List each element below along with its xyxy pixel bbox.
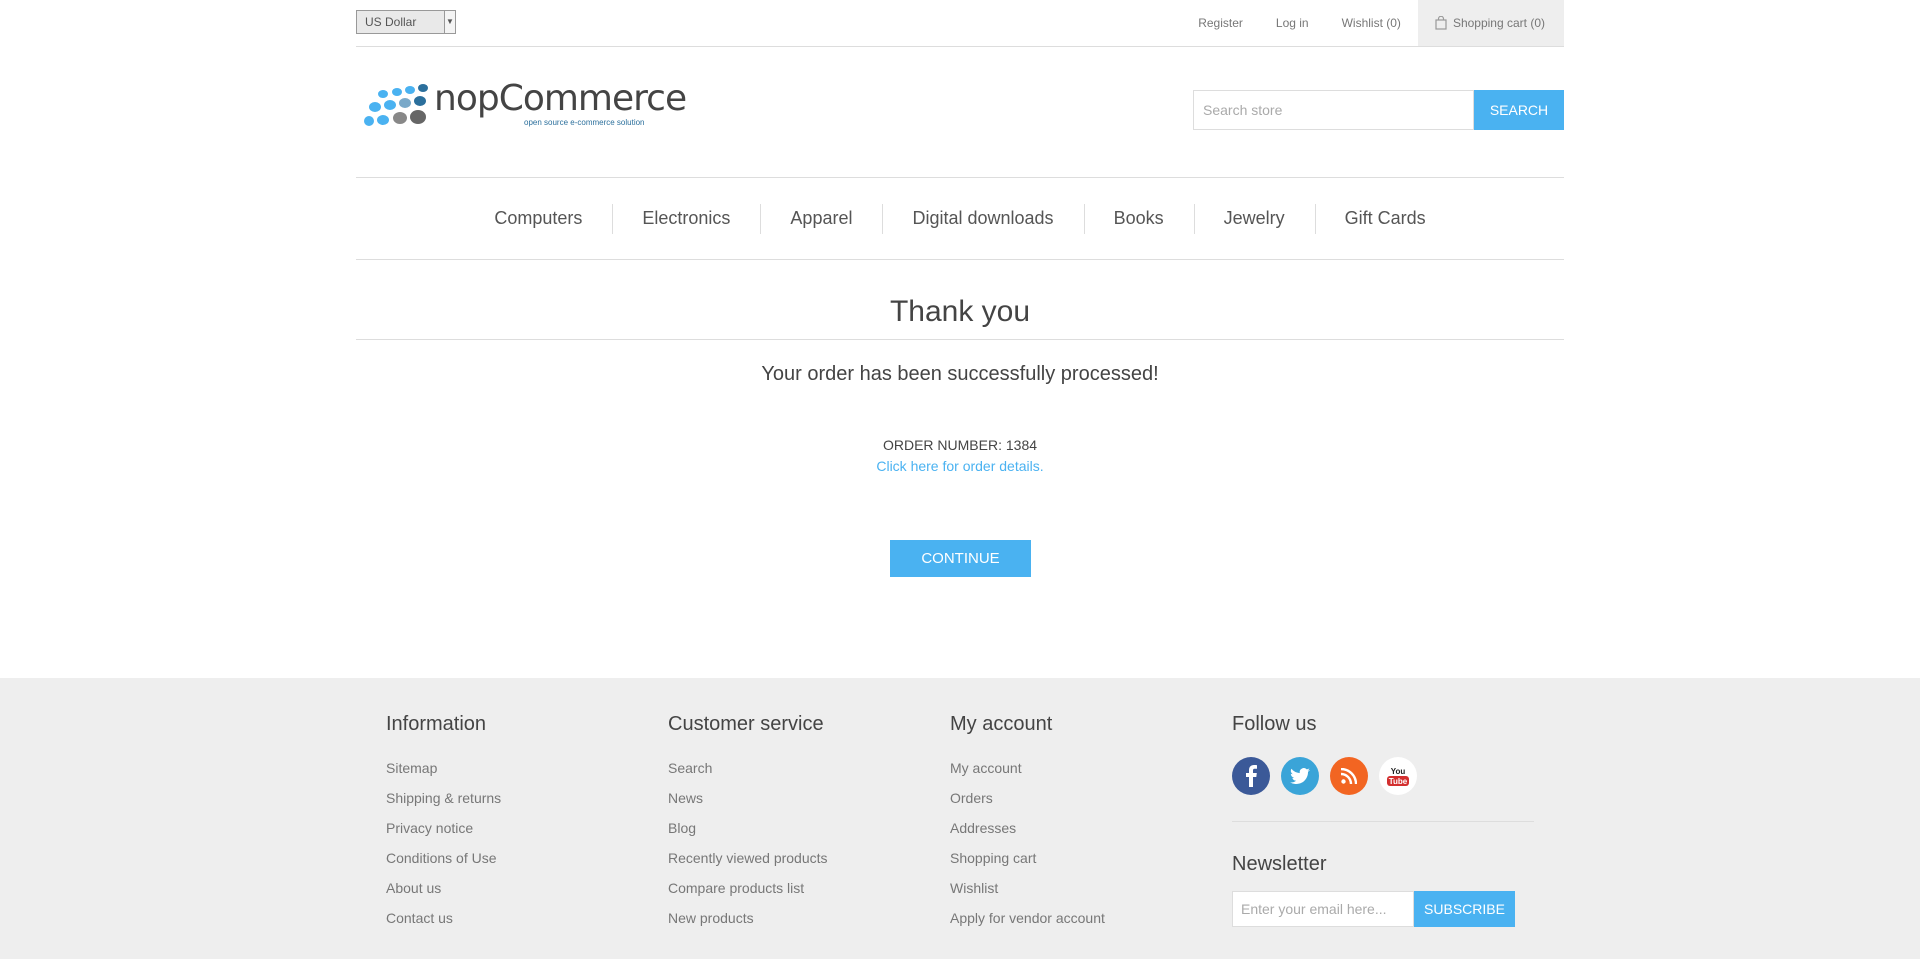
footer-link-vendor-account[interactable]: Apply for vendor account	[950, 909, 1105, 939]
footer-link-search[interactable]: Search	[668, 759, 828, 789]
social-links: You Tube	[1232, 757, 1534, 795]
footer: Information Sitemap Shipping & returns P…	[0, 678, 1920, 959]
footer-divider	[1232, 821, 1534, 822]
logo-tagline: open source e-commerce solution	[524, 118, 645, 127]
menu-item-digital-downloads[interactable]: Digital downloads	[882, 204, 1083, 234]
search-input[interactable]: Search store	[1193, 90, 1474, 130]
footer-customer-service: Customer service Search News Blog Recent…	[668, 712, 828, 939]
footer-link-recently-viewed[interactable]: Recently viewed products	[668, 849, 828, 879]
login-link[interactable]: Log in	[1276, 16, 1309, 30]
footer-link-blog[interactable]: Blog	[668, 819, 828, 849]
header-top-bar: US Dollar ▼ Register Log in Wishlist (0)…	[356, 0, 1564, 47]
search-box: Search store Search	[1193, 90, 1564, 130]
svg-text:You: You	[1391, 767, 1406, 776]
newsletter-form: Enter your email here... Subscribe	[1232, 891, 1534, 927]
order-number: Order number: 1384	[882, 437, 1038, 453]
footer-link-conditions-of-use[interactable]: Conditions of Use	[386, 849, 501, 879]
footer-link-wishlist[interactable]: Wishlist	[950, 879, 1105, 909]
currency-select[interactable]: US Dollar ▼	[356, 10, 456, 34]
footer-link-my-account[interactable]: My account	[950, 759, 1105, 789]
footer-link-orders[interactable]: Orders	[950, 789, 1105, 819]
currency-select-value: US Dollar	[365, 15, 417, 29]
footer-follow-us: Follow us You Tube Newsletter Enter your…	[1232, 712, 1534, 927]
register-link[interactable]: Register	[1198, 16, 1243, 30]
shopping-cart-label: Shopping cart (0)	[1452, 16, 1545, 30]
footer-link-privacy-notice[interactable]: Privacy notice	[386, 819, 501, 849]
youtube-icon[interactable]: You Tube	[1379, 757, 1417, 795]
footer-link-sitemap[interactable]: Sitemap	[386, 759, 501, 789]
svg-text:Tube: Tube	[1389, 777, 1408, 786]
chevron-down-icon: ▼	[444, 11, 455, 33]
footer-link-news[interactable]: News	[668, 789, 828, 819]
footer-link-addresses[interactable]: Addresses	[950, 819, 1105, 849]
store-logo[interactable]: nopCommerce open source e-commerce solut…	[360, 78, 687, 137]
footer-information-title: Information	[386, 713, 487, 735]
footer-follow-us-title: Follow us	[1232, 713, 1317, 735]
shopping-cart-link[interactable]: Shopping cart (0)	[1417, 0, 1564, 46]
footer-link-shopping-cart[interactable]: Shopping cart	[950, 849, 1105, 879]
rss-icon[interactable]	[1330, 757, 1368, 795]
menu-item-gift-cards[interactable]: Gift Cards	[1314, 204, 1456, 234]
continue-button[interactable]: Continue	[890, 540, 1031, 577]
footer-link-new-products[interactable]: New products	[668, 909, 828, 939]
logo-wordmark: nopCommerce	[434, 78, 687, 119]
footer-link-about-us[interactable]: About us	[386, 879, 501, 909]
page-title: Thank you	[356, 292, 1564, 340]
newsletter-title: Newsletter	[1232, 853, 1327, 875]
header-lower: nopCommerce open source e-commerce solut…	[356, 46, 1564, 177]
order-details-link-text[interactable]: Click here for order details.	[876, 458, 1043, 474]
menu-item-electronics[interactable]: Electronics	[612, 204, 760, 234]
footer-link-compare-products[interactable]: Compare products list	[668, 879, 828, 909]
order-success-message: Your order has been successfully process…	[761, 363, 1159, 385]
menu-item-computers[interactable]: Computers	[464, 208, 612, 229]
menu-item-books[interactable]: Books	[1083, 204, 1194, 234]
footer-information: Information Sitemap Shipping & returns P…	[386, 712, 501, 939]
footer-link-shipping-returns[interactable]: Shipping & returns	[386, 789, 501, 819]
newsletter-email-input[interactable]: Enter your email here...	[1232, 891, 1414, 927]
footer-my-account-title: My account	[950, 713, 1053, 735]
footer-customer-service-title: Customer service	[668, 713, 824, 735]
header-links: Register Log in Wishlist (0) Shopping ca…	[1165, 0, 1564, 46]
search-button[interactable]: Search	[1474, 90, 1564, 130]
top-menu: Computers Electronics Apparel Digital do…	[356, 177, 1564, 260]
order-details-link: Click here for order details.	[356, 458, 1564, 474]
twitter-icon[interactable]	[1281, 757, 1319, 795]
facebook-icon[interactable]	[1232, 757, 1270, 795]
wishlist-link[interactable]: Wishlist (0)	[1342, 16, 1401, 30]
shopping-bag-icon	[1435, 16, 1447, 30]
menu-item-apparel[interactable]: Apparel	[760, 204, 882, 234]
footer-link-contact-us[interactable]: Contact us	[386, 909, 501, 939]
menu-item-jewelry[interactable]: Jewelry	[1193, 204, 1315, 234]
footer-my-account: My account My account Orders Addresses S…	[950, 712, 1105, 939]
newsletter-subscribe-button[interactable]: Subscribe	[1414, 891, 1515, 927]
